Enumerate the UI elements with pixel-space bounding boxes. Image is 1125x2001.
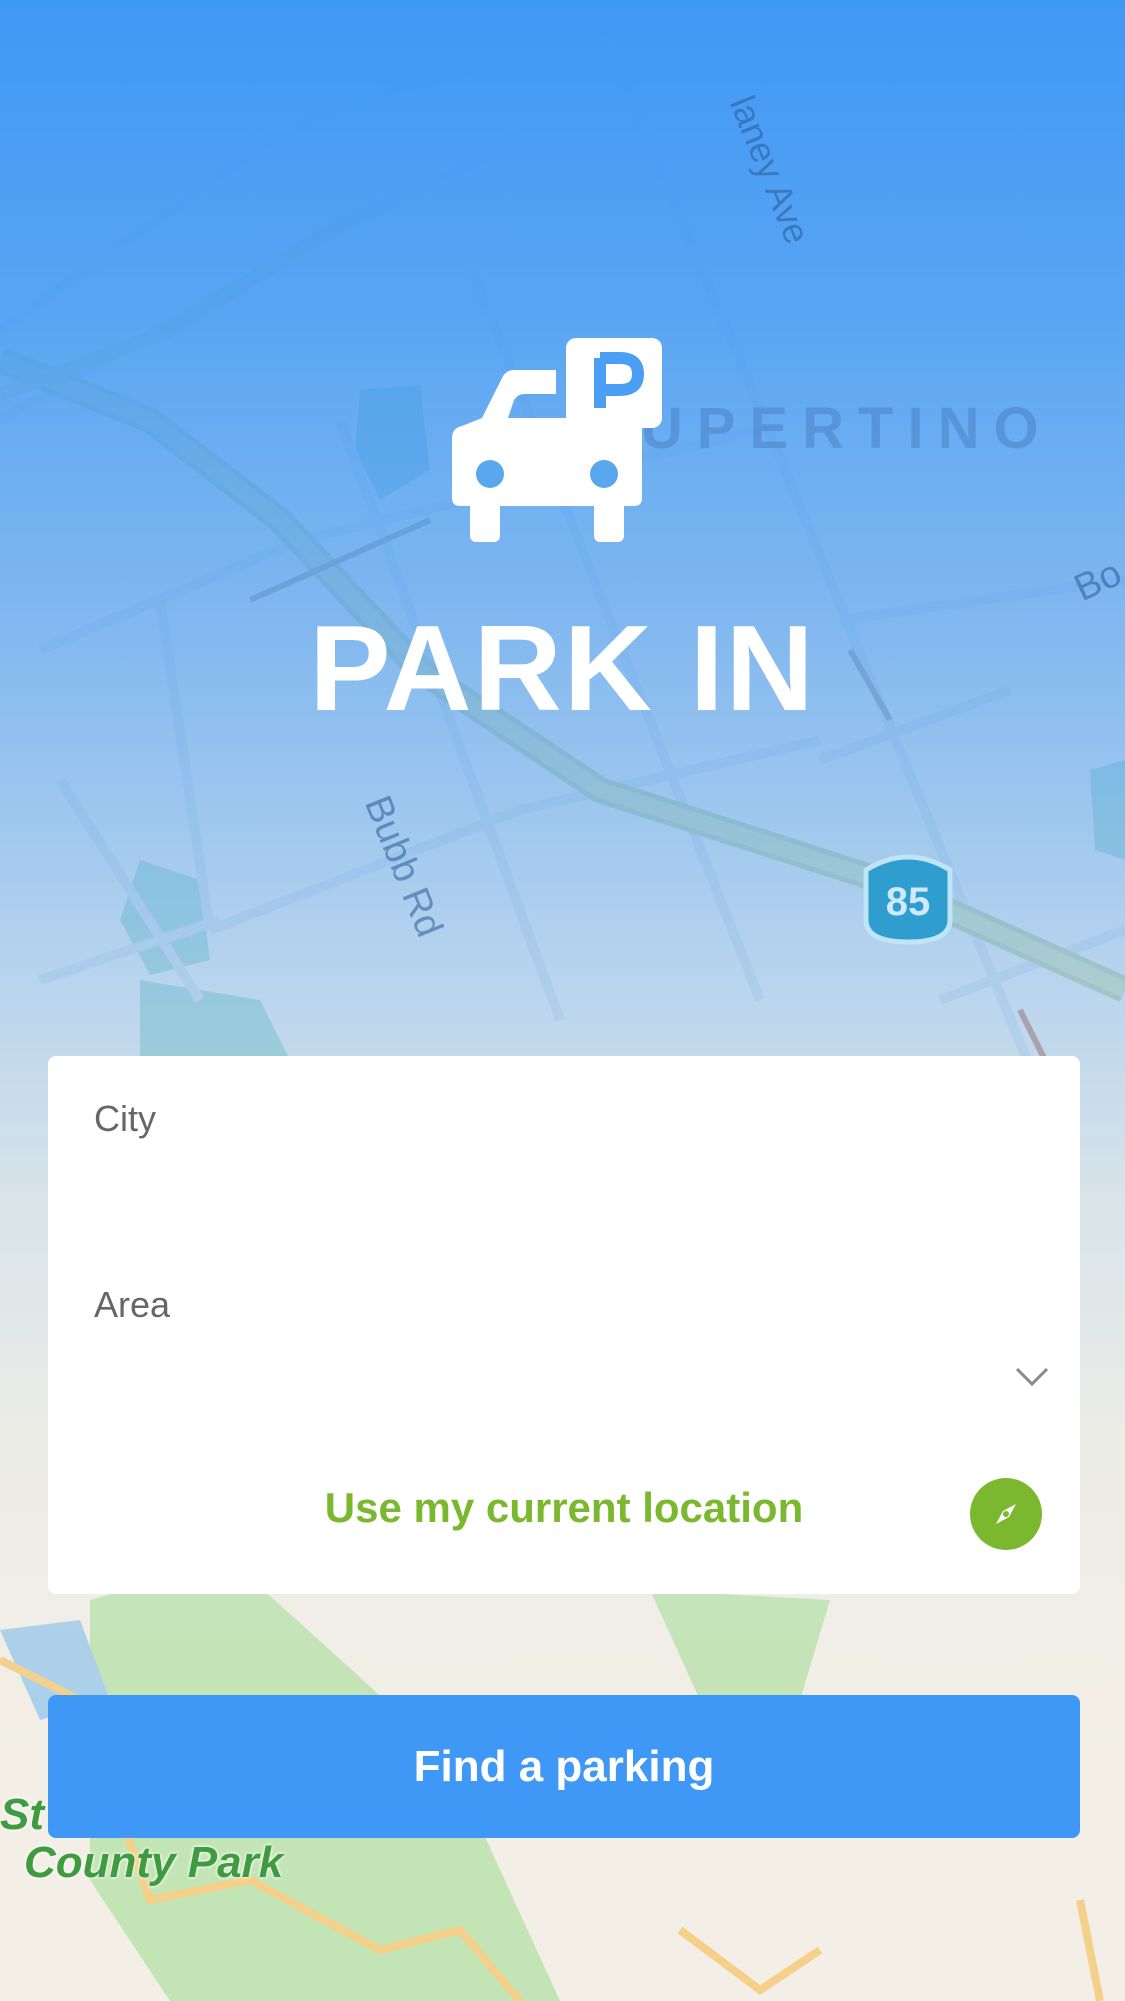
highway-shield: 85 — [858, 850, 958, 946]
map-label-st: St — [0, 1790, 44, 1839]
area-select[interactable] — [94, 1346, 1034, 1410]
car-parking-icon — [452, 338, 662, 542]
use-current-location-link[interactable]: Use my current location — [48, 1484, 1080, 1532]
search-form-card: City Area Use my current location — [48, 1056, 1080, 1594]
city-input[interactable] — [94, 1156, 1038, 1218]
city-label: City — [94, 1098, 156, 1139]
find-parking-button[interactable]: Find a parking — [48, 1695, 1080, 1838]
chevron-down-icon[interactable] — [1014, 1366, 1050, 1388]
highway-shield-number: 85 — [885, 880, 931, 924]
map-label-county-park: County Park — [24, 1838, 284, 1887]
compass-icon — [996, 1504, 1016, 1524]
app-title: PARK IN — [309, 600, 816, 736]
area-label: Area — [94, 1284, 171, 1325]
compass-button[interactable] — [970, 1478, 1042, 1550]
